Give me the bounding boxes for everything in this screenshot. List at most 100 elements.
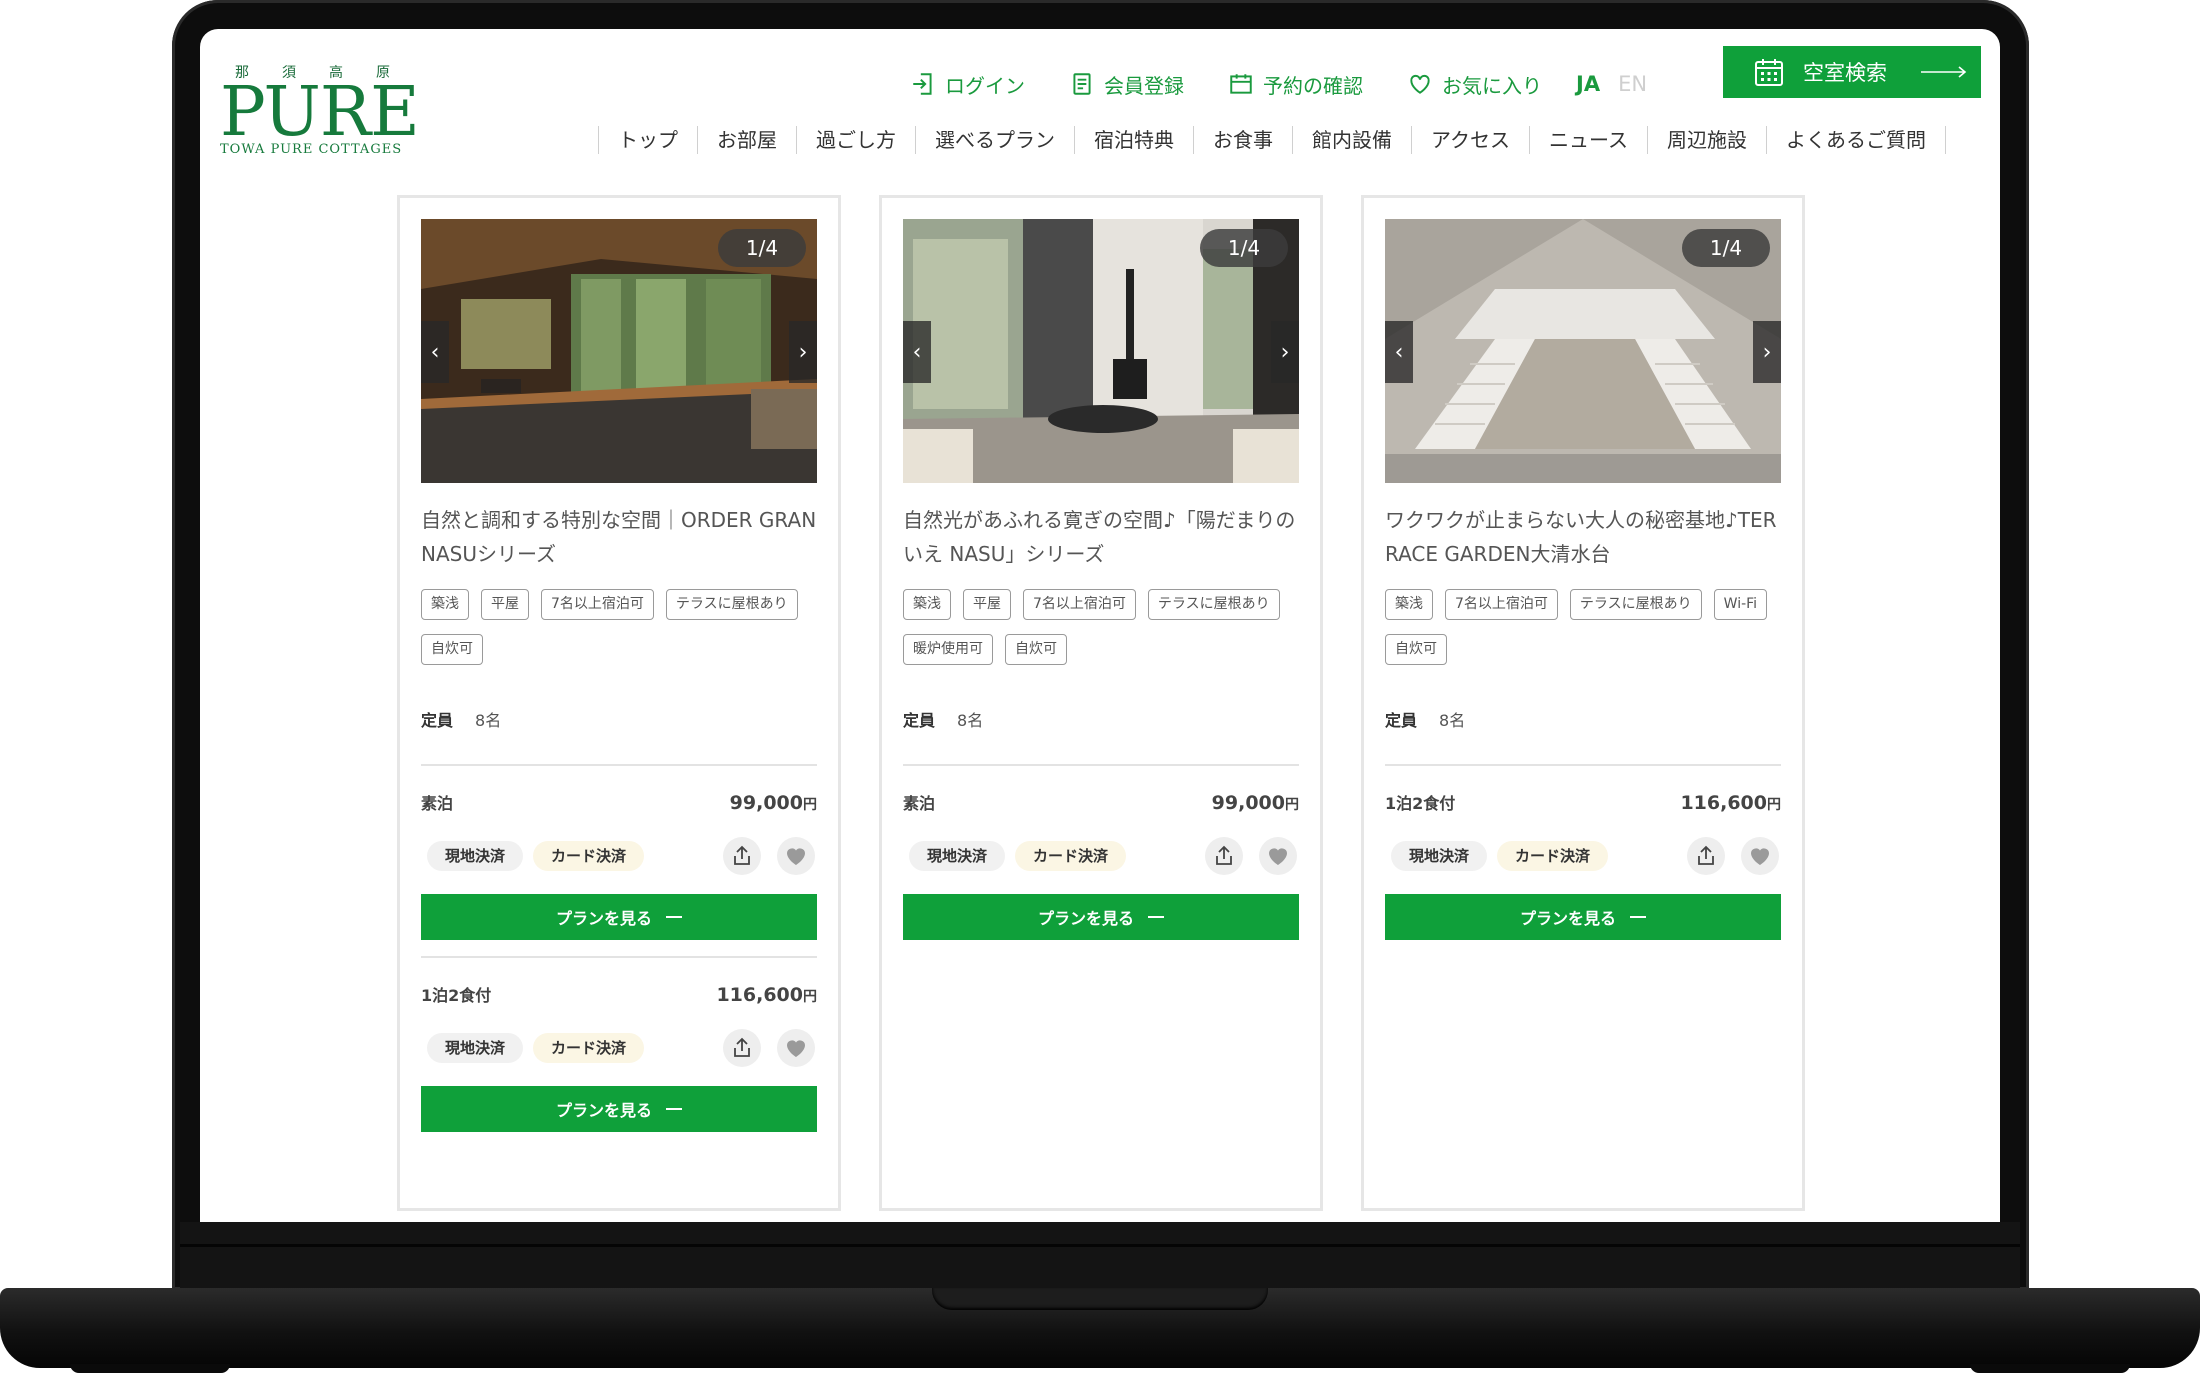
- member-register-link[interactable]: 会員登録: [1069, 70, 1184, 99]
- price-unit: 円: [803, 797, 817, 813]
- share-button[interactable]: [1205, 837, 1243, 875]
- calendar-icon: [1230, 74, 1252, 94]
- nav-item-stay-style[interactable]: 過ごし方: [796, 126, 915, 154]
- browser-screen: 那 須 高 原 PURE TOWA PURE COTTAGES ログイン 会員登…: [200, 29, 2000, 1222]
- favorites-link[interactable]: お気に入り: [1407, 70, 1542, 99]
- divider: [1385, 764, 1781, 766]
- view-plan-button[interactable]: プランを見る: [1385, 894, 1781, 940]
- lang-ja[interactable]: JA: [1576, 72, 1600, 96]
- photo-next-button[interactable]: ›: [1271, 321, 1299, 383]
- room-photo-carousel[interactable]: 1/4 ‹ ›: [903, 219, 1299, 483]
- nav-item-benefits[interactable]: 宿泊特典: [1074, 126, 1193, 154]
- member-register-icon: [1073, 73, 1091, 95]
- reservation-check-link[interactable]: 予約の確認: [1228, 70, 1363, 99]
- dash-icon: [666, 1108, 682, 1110]
- room-title[interactable]: ワクワクが止まらない大人の秘密基地♪TERRACE GARDEN大清水台: [1385, 503, 1781, 571]
- chevron-left-icon: ‹: [1394, 339, 1404, 365]
- photo-counter: 1/4: [1200, 229, 1288, 267]
- plan-price: 99,000円: [1212, 792, 1299, 814]
- lang-en[interactable]: EN: [1618, 72, 1647, 96]
- favorite-button[interactable]: [1259, 837, 1297, 875]
- nav-item-nearby[interactable]: 周辺施設: [1647, 126, 1766, 154]
- room-tag: Wi-Fi: [1713, 589, 1768, 620]
- price-unit: 円: [1285, 797, 1299, 813]
- favorites-label: お気に入り: [1442, 73, 1542, 98]
- nav-item-plans[interactable]: 選べるプラン: [915, 126, 1074, 154]
- chevron-right-icon: ›: [798, 339, 808, 365]
- nav-item-meals[interactable]: お食事: [1193, 126, 1292, 154]
- heart-icon: [1410, 74, 1430, 94]
- room-tag: テラスに屋根あり: [1147, 589, 1280, 620]
- laptop-foot: [1970, 1364, 2130, 1373]
- card-payment-badge: カード決済: [1015, 841, 1127, 871]
- calendar-grid-icon: [1755, 59, 1783, 86]
- logo-wordmark: PURE: [220, 73, 420, 152]
- nav-item-facilities[interactable]: 館内設備: [1292, 126, 1411, 154]
- view-plan-button[interactable]: プランを見る: [421, 894, 817, 940]
- photo-prev-button[interactable]: ‹: [903, 321, 931, 383]
- view-plan-button[interactable]: プランを見る: [421, 1086, 817, 1132]
- view-plan-button[interactable]: プランを見る: [903, 894, 1299, 940]
- share-button[interactable]: [723, 837, 761, 875]
- main-nav: トップ お部屋 過ごし方 選べるプラン 宿泊特典 お食事 館内設備 アクセス ニ…: [598, 123, 1946, 157]
- chevron-right-icon: ›: [1280, 339, 1290, 365]
- price-unit: 円: [1767, 797, 1781, 813]
- nav-item-top[interactable]: トップ: [598, 126, 697, 154]
- login-icon: [913, 73, 932, 95]
- onsite-payment-badge: 現地決済: [909, 841, 1006, 871]
- login-label: ログイン: [945, 73, 1025, 98]
- nav-item-faq[interactable]: よくあるご質問: [1766, 126, 1946, 154]
- room-tag: 築浅: [421, 589, 469, 620]
- room-title[interactable]: 自然光があふれる寛ぎの空間♪「陽だまりのいえ NASU」シリーズ: [903, 503, 1299, 571]
- favorite-button[interactable]: [1741, 837, 1779, 875]
- room-capacity: 定員 8名: [1385, 707, 1465, 731]
- site-logo[interactable]: 那 須 高 原 PURE TOWA PURE COTTAGES: [220, 62, 420, 157]
- vacancy-search-button[interactable]: 空室検索: [1723, 46, 1981, 98]
- room-card: 1/4 ‹ › 自然と調和する特別な空間｜ORDER GRAN NASUシリーズ…: [397, 195, 841, 1211]
- room-tag: テラスに屋根あり: [665, 589, 798, 620]
- login-link[interactable]: ログイン: [910, 70, 1025, 99]
- nav-item-news[interactable]: ニュース: [1529, 126, 1647, 154]
- plan-block: 素泊 99,000円 現地決済 カード決済 プランを見る: [421, 790, 817, 940]
- capacity-value: 8名: [475, 711, 502, 730]
- language-switch: JA EN: [1576, 72, 1647, 96]
- photo-next-button[interactable]: ›: [789, 321, 817, 383]
- laptop-bezel: [180, 1222, 2020, 1290]
- room-card: 1/4 ‹ › ワクワクが止まらない大人の秘密基地♪TERRACE GARDEN…: [1361, 195, 1805, 1211]
- room-tag: 平屋: [963, 589, 1011, 620]
- nav-item-access[interactable]: アクセス: [1411, 126, 1529, 154]
- room-tag: 自炊可: [1385, 634, 1447, 665]
- price-unit: 円: [803, 989, 817, 1005]
- room-photo-carousel[interactable]: 1/4 ‹ ›: [421, 219, 817, 483]
- favorite-button[interactable]: [777, 1029, 815, 1067]
- share-icon: [1216, 845, 1232, 865]
- card-payment-badge: カード決済: [533, 841, 645, 871]
- nav-item-rooms[interactable]: お部屋: [697, 126, 796, 154]
- share-button[interactable]: [1687, 837, 1725, 875]
- room-title[interactable]: 自然と調和する特別な空間｜ORDER GRAN NASUシリーズ: [421, 503, 817, 571]
- plan-block: 素泊 99,000円 現地決済 カード決済 プランを見る: [903, 790, 1299, 940]
- dash-icon: [1148, 916, 1164, 918]
- photo-next-button[interactable]: ›: [1753, 321, 1781, 383]
- laptop-notch: [932, 1288, 1268, 1310]
- share-icon: [1698, 845, 1714, 865]
- share-button[interactable]: [723, 1029, 761, 1067]
- room-card-list: 1/4 ‹ › 自然と調和する特別な空間｜ORDER GRAN NASUシリーズ…: [397, 195, 1805, 1211]
- photo-prev-button[interactable]: ‹: [421, 321, 449, 383]
- photo-counter: 1/4: [718, 229, 806, 267]
- chevron-left-icon: ‹: [912, 339, 922, 365]
- capacity-label: 定員: [903, 711, 936, 730]
- dash-icon: [1630, 916, 1646, 918]
- photo-prev-button[interactable]: ‹: [1385, 321, 1413, 383]
- chevron-left-icon: ‹: [430, 339, 440, 365]
- plan-name: 1泊2食付: [421, 986, 492, 1005]
- room-tag: 築浅: [1385, 589, 1433, 620]
- price-value: 99,000: [1211, 792, 1285, 814]
- vacancy-search-label: 空室検索: [1803, 61, 1887, 85]
- favorite-button[interactable]: [777, 837, 815, 875]
- room-tag: 7名以上宿泊可: [1023, 589, 1136, 620]
- onsite-payment-badge: 現地決済: [1391, 841, 1488, 871]
- view-plan-label: プランを見る: [1037, 909, 1134, 928]
- room-card: 1/4 ‹ › 自然光があふれる寛ぎの空間♪「陽だまりのいえ NASU」シリーズ…: [879, 195, 1323, 1211]
- room-photo-carousel[interactable]: 1/4 ‹ ›: [1385, 219, 1781, 483]
